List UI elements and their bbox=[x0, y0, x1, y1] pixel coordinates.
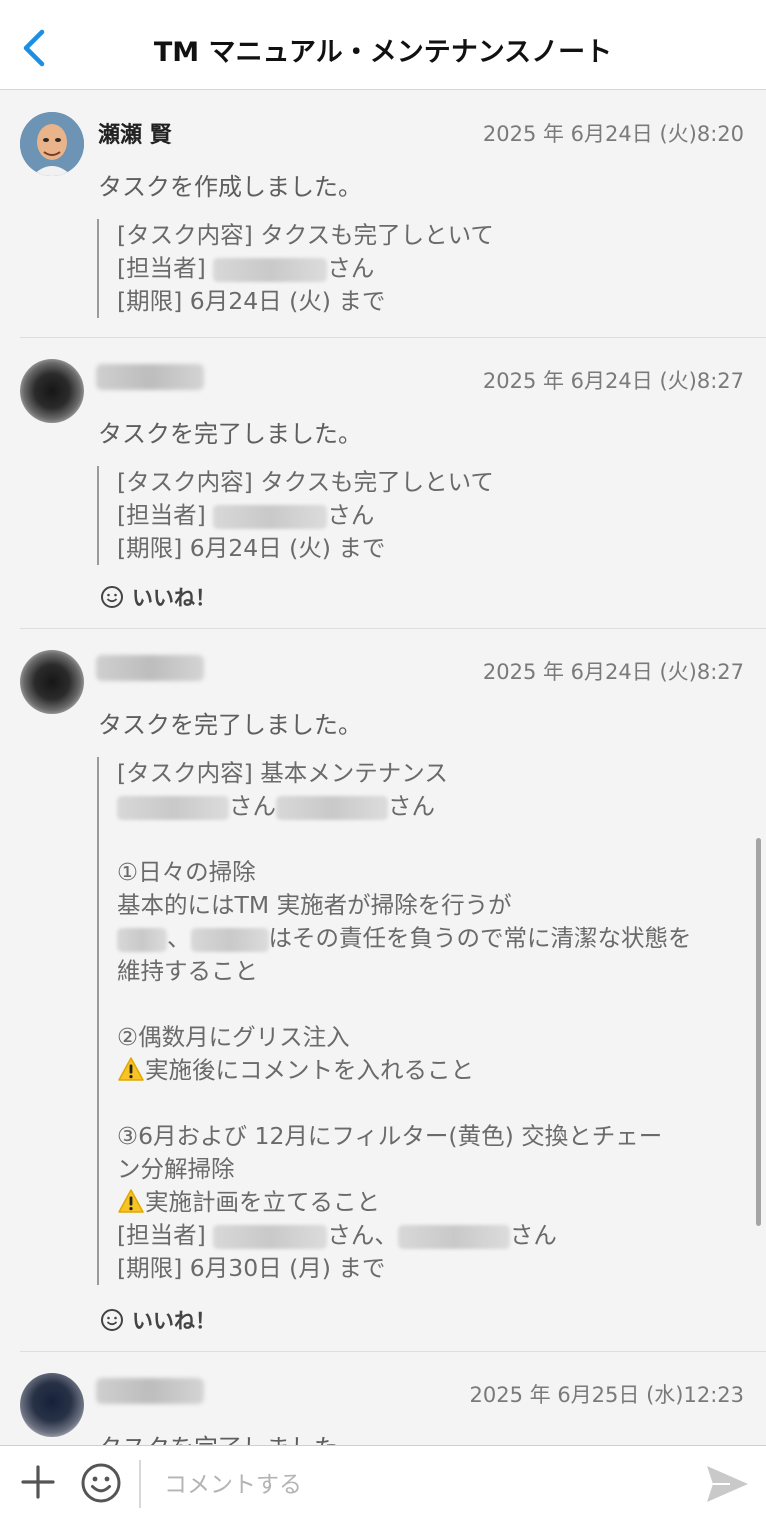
redacted-name bbox=[213, 257, 328, 282]
task-content: [タスク内容] タクスも完了しといて bbox=[117, 468, 494, 496]
like-button[interactable]: いいね！ bbox=[100, 1305, 216, 1335]
warning-icon bbox=[118, 1057, 144, 1081]
item1-text: 、 はその責任を負うので常に清潔な状態を bbox=[117, 922, 747, 955]
message-item: 2025 年 6月24日 (火)8:27 タスクを完了しました。 [タスク内容]… bbox=[20, 629, 766, 1352]
timestamp: 2025 年 6月24日 (火)8:20 bbox=[482, 122, 744, 146]
message-item: 瀬瀬 賢 2025 年 6月24日 (火)8:20 タスクを作成しました。 [タ… bbox=[20, 91, 766, 338]
assignee-label: [担当者] bbox=[117, 254, 206, 282]
san-suffix: さん、 bbox=[327, 1221, 398, 1249]
item3-title: ③6月および 12月にフィルター(黄色) 交換とチェー bbox=[117, 1122, 663, 1150]
item1-text: 基本的にはTM 実施者が掃除を行うが bbox=[117, 891, 512, 919]
avatar[interactable] bbox=[20, 112, 84, 176]
message-feed[interactable]: 瀬瀬 賢 2025 年 6月24日 (火)8:20 タスクを作成しました。 [タ… bbox=[0, 91, 766, 1445]
smiley-icon bbox=[101, 1309, 123, 1331]
item1-text: はその責任を負うので常に清潔な状態を bbox=[268, 924, 692, 952]
action-text: タスクを完了しました。 bbox=[98, 711, 362, 739]
comment-input[interactable] bbox=[162, 1464, 686, 1506]
avatar[interactable] bbox=[20, 359, 84, 423]
redacted-author-name[interactable] bbox=[96, 1378, 204, 1404]
redacted-name bbox=[397, 1224, 510, 1249]
header-bar: TM マニュアル・メンテナンスノート bbox=[0, 0, 766, 90]
assignee-line: [担当者] さん bbox=[117, 499, 747, 532]
comment-composer bbox=[0, 1445, 766, 1540]
avatar[interactable] bbox=[20, 1373, 84, 1437]
item2-title: ②偶数月にグリス注入 bbox=[117, 1023, 350, 1051]
assignee-line: [担当者] さん、 さん bbox=[117, 1219, 747, 1252]
deadline-line: [期限] 6月30日 (月) まで bbox=[117, 1254, 386, 1282]
redacted-name bbox=[117, 795, 229, 820]
item3-warning: 実施計画を立てること bbox=[117, 1186, 747, 1219]
san-suffix: さん bbox=[327, 254, 375, 282]
members-line: さん さん bbox=[117, 790, 747, 823]
san-suffix: さん bbox=[229, 792, 276, 820]
action-text: タスクを完了しました。 bbox=[98, 1428, 362, 1445]
task-content: [タスク内容] タクスも完了しといて bbox=[117, 221, 494, 249]
warning-text: 実施後にコメントを入れること bbox=[145, 1056, 474, 1084]
task-quote: [タスク内容] タクスも完了しといて [担当者] さん [期限] 6月24日 (… bbox=[97, 466, 747, 565]
author-name[interactable]: 瀬瀬 賢 bbox=[98, 117, 172, 149]
smiley-icon[interactable] bbox=[80, 1462, 122, 1504]
redacted-author-name[interactable] bbox=[96, 655, 204, 681]
task-quote: [タスク内容] タクスも完了しといて [担当者] さん [期限] 6月24日 (… bbox=[97, 219, 747, 318]
like-button[interactable]: いいね！ bbox=[100, 582, 216, 612]
like-label: いいね！ bbox=[132, 1309, 216, 1333]
deadline-line: [期限] 6月24日 (火) まで bbox=[117, 534, 386, 562]
timestamp: 2025 年 6月24日 (火)8:27 bbox=[482, 660, 744, 684]
message-item: 2025 年 6月25日 (水)12:23 タスクを完了しました。 bbox=[20, 1352, 766, 1445]
task-content: [タスク内容] 基本メンテナンス bbox=[117, 759, 448, 787]
warning-text: 実施計画を立てること bbox=[145, 1188, 380, 1216]
action-text: タスクを作成しました。 bbox=[98, 173, 362, 201]
deadline-line: [期限] 6月24日 (火) まで bbox=[117, 287, 386, 315]
item2-warning: 実施後にコメントを入れること bbox=[117, 1054, 747, 1087]
scrollbar[interactable] bbox=[756, 838, 761, 1226]
san-suffix: さん bbox=[327, 501, 375, 529]
item3-title: ン分解掃除 bbox=[117, 1155, 235, 1183]
item1-text: 維持すること bbox=[117, 957, 258, 985]
san-suffix: さん bbox=[388, 792, 435, 820]
assignee-label: [担当者] bbox=[117, 1221, 206, 1249]
plus-icon[interactable] bbox=[20, 1464, 56, 1500]
redacted-name bbox=[213, 1224, 328, 1249]
send-icon[interactable] bbox=[704, 1462, 750, 1506]
warning-icon bbox=[118, 1189, 144, 1213]
smiley-icon bbox=[101, 586, 123, 608]
like-label: いいね！ bbox=[132, 586, 216, 610]
redacted-author-name[interactable] bbox=[96, 364, 204, 390]
timestamp: 2025 年 6月24日 (火)8:27 bbox=[482, 369, 744, 393]
assignee-line: [担当者] さん bbox=[117, 252, 747, 285]
item1-title: ①日々の掃除 bbox=[117, 858, 256, 886]
assignee-label: [担当者] bbox=[117, 501, 206, 529]
san-suffix: さん bbox=[509, 1221, 557, 1249]
action-text: タスクを完了しました。 bbox=[98, 420, 362, 448]
avatar[interactable] bbox=[20, 650, 84, 714]
person-avatar-icon bbox=[20, 112, 84, 176]
divider bbox=[139, 1460, 141, 1508]
message-item: 2025 年 6月24日 (火)8:27 タスクを完了しました。 [タスク内容]… bbox=[20, 338, 766, 629]
timestamp: 2025 年 6月25日 (水)12:23 bbox=[469, 1383, 744, 1407]
comma: 、 bbox=[167, 924, 191, 952]
task-quote: [タスク内容] 基本メンテナンス さん さん ①日々の掃除 基本的にはTM 実施者… bbox=[97, 757, 747, 1285]
redacted-name bbox=[213, 504, 328, 529]
redacted-name bbox=[117, 927, 167, 952]
redacted-name bbox=[190, 927, 269, 952]
redacted-name bbox=[276, 795, 388, 820]
page-title: TM マニュアル・メンテナンスノート bbox=[153, 37, 613, 68]
